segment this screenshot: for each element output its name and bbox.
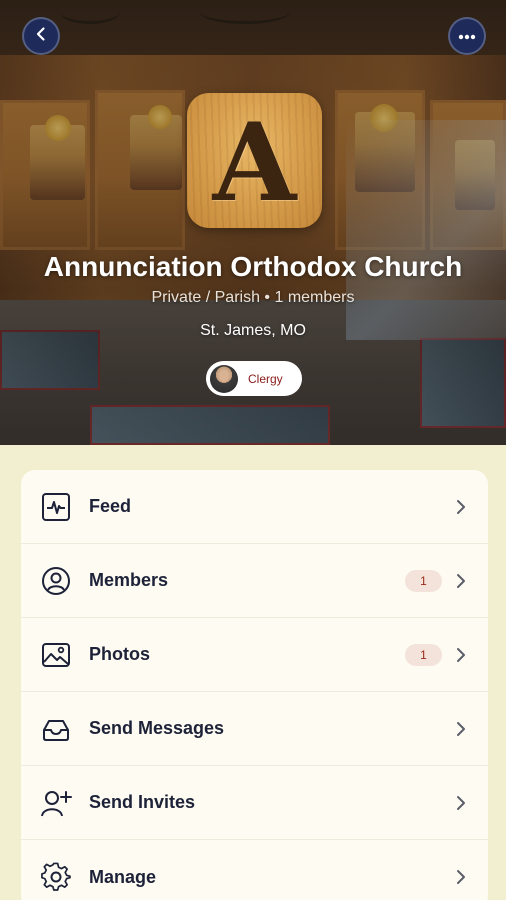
group-meta: Private / Parish • 1 members	[151, 289, 355, 306]
menu-item-feed[interactable]: Feed	[21, 470, 488, 544]
menu-item-members[interactable]: Members 1	[21, 544, 488, 618]
chevron-right-icon	[453, 869, 469, 885]
chevron-right-icon	[453, 647, 469, 663]
activity-feed-icon	[40, 491, 72, 523]
chevron-right-icon	[453, 499, 469, 515]
gear-icon	[40, 861, 72, 893]
menu-item-label: Members	[89, 570, 169, 590]
chevron-right-icon	[453, 721, 469, 737]
group-location: St. James, MO	[200, 322, 306, 339]
menu-item-label: Send Invites	[89, 792, 196, 812]
count-badge: 1	[405, 569, 442, 592]
menu-item-label: Manage	[89, 866, 157, 887]
menu-item-send-invites[interactable]: Send Invites	[21, 766, 488, 840]
group-logo: A	[187, 93, 322, 228]
ellipsis-horizontal-icon	[458, 27, 476, 45]
clergy-avatar	[210, 364, 238, 393]
more-options-button[interactable]	[448, 17, 486, 55]
menu-item-label: Photos	[89, 644, 150, 664]
menu-item-label: Feed	[89, 496, 132, 516]
clergy-chip[interactable]: Clergy	[206, 361, 302, 396]
menu-item-send-messages[interactable]: Send Messages	[21, 692, 488, 766]
group-logo-letter: A	[212, 99, 297, 226]
group-menu-card: Feed Members 1 Photos 1 Send Messages Se…	[21, 470, 488, 900]
menu-item-manage[interactable]: Manage	[21, 840, 488, 900]
back-button[interactable]	[22, 17, 60, 55]
chevron-right-icon	[453, 795, 469, 811]
menu-item-photos[interactable]: Photos 1	[21, 618, 488, 692]
chevron-right-icon	[453, 573, 469, 589]
count-badge: 1	[405, 643, 442, 666]
image-icon	[40, 639, 72, 671]
user-add-icon	[40, 787, 72, 819]
chevron-left-icon	[33, 26, 49, 47]
group-title: Annunciation Orthodox Church	[43, 251, 463, 282]
menu-item-label: Send Messages	[89, 718, 225, 738]
inbox-tray-icon	[40, 713, 72, 745]
clergy-chip-label: Clergy	[248, 371, 283, 386]
user-circle-icon	[40, 565, 72, 597]
